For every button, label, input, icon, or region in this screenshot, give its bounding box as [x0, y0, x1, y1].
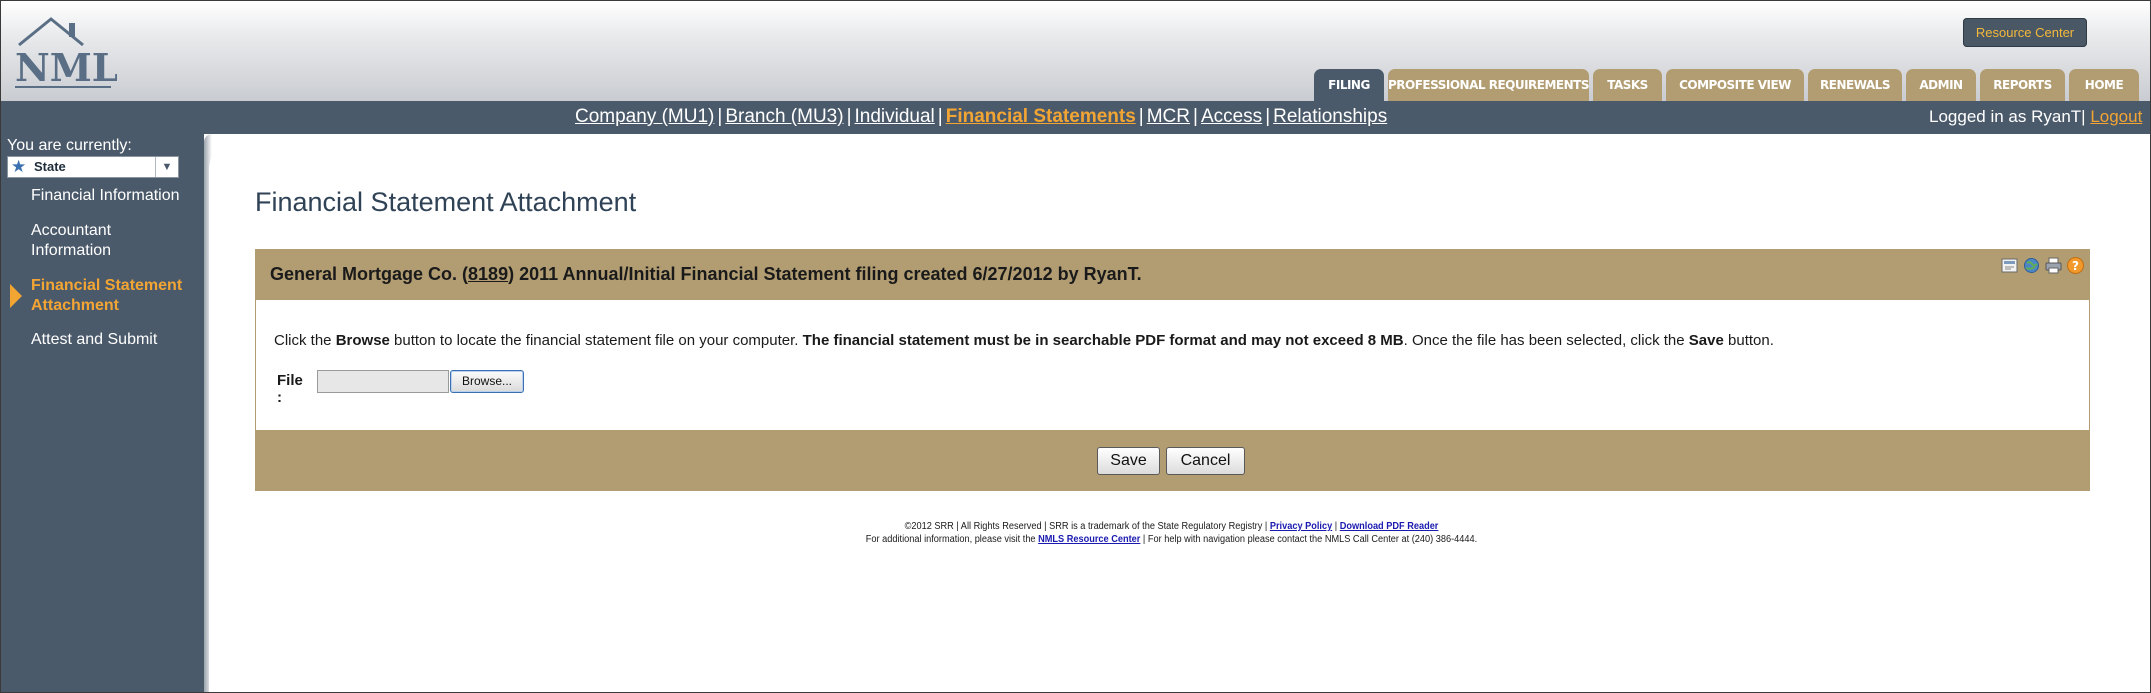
nmls-logo[interactable]: NMLS	[13, 15, 117, 93]
tab-professional-requirements[interactable]: PROFESSIONAL REQUIREMENTS	[1388, 69, 1590, 101]
file-path-input[interactable]	[317, 370, 449, 393]
sidebar-item-accountant-information[interactable]: Accountant Information	[31, 221, 151, 261]
panel-toolbar: ?	[2000, 256, 2085, 275]
page-title: Financial Statement Attachment	[255, 187, 637, 217]
svg-text:?: ?	[2072, 259, 2079, 273]
login-separator: |	[2081, 107, 2086, 126]
logout-link[interactable]: Logout	[2090, 107, 2142, 126]
footer-line-1: ©2012 SRR | All Rights Reserved | SRR is…	[328, 520, 2014, 533]
subnav-mcr[interactable]: MCR	[1147, 106, 1190, 127]
sub-navigation-bar: Company (MU1) | Branch (MU3) | Individual | Fi…	[1, 101, 2150, 134]
panel-footer: Save Cancel	[256, 430, 2089, 490]
page-footer: ©2012 SRR | All Rights Reserved | SRR is…	[328, 520, 2014, 546]
svg-text:NMLS: NMLS	[15, 45, 117, 90]
resource-center-button[interactable]: Resource Center	[1963, 18, 2087, 47]
instr-part: button to locate the financial statement…	[389, 332, 803, 349]
tab-home[interactable]: HOME	[2069, 69, 2139, 101]
instr-part: button.	[1723, 332, 1774, 349]
tab-composite-view[interactable]: COMPOSITE VIEW	[1666, 69, 1804, 101]
sidebar-item-attest-and-submit[interactable]: Attest and Submit	[31, 330, 157, 350]
star-icon: ★	[11, 157, 27, 176]
sidebar-item-financial-information[interactable]: Financial Information	[31, 186, 180, 206]
active-pointer-icon	[10, 284, 22, 308]
tab-reports[interactable]: REPORTS	[1980, 69, 2065, 101]
login-status: Logged in as RyanT| Logout	[1929, 107, 2142, 127]
sidebar: You are currently: ★ State ▼ Financial I…	[1, 134, 204, 692]
footer-info-text: For additional information, please visit…	[865, 534, 1039, 545]
cancel-button[interactable]: Cancel	[1166, 447, 1245, 475]
chevron-down-icon[interactable]: ▼	[155, 157, 178, 177]
app-window: NMLS Resource Center FILING PROFESSIONAL…	[0, 0, 2151, 693]
tab-filing[interactable]: FILING	[1314, 69, 1384, 101]
state-select[interactable]: ★ State ▼	[7, 156, 179, 178]
panel-header: General Mortgage Co. (8189) 2011 Annual/…	[256, 250, 2089, 300]
subnav-separator: |	[1265, 106, 1271, 127]
file-label: File :	[277, 372, 303, 406]
sidebar-item-financial-statement-attachment[interactable]: Financial Statement Attachment	[31, 276, 191, 316]
subnav-relationships[interactable]: Relationships	[1273, 106, 1387, 127]
subnav-individual[interactable]: Individual	[855, 106, 935, 127]
browse-button[interactable]: Browse...	[450, 370, 524, 393]
header: NMLS Resource Center FILING PROFESSIONAL…	[1, 1, 2150, 101]
tab-renewals[interactable]: RENEWALS	[1808, 69, 1902, 101]
subnav-branch-mu3[interactable]: Branch (MU3)	[725, 106, 843, 127]
heading-text: General Mortgage Co. (	[270, 264, 469, 284]
expand-icon[interactable]	[2000, 256, 2019, 275]
logged-in-text: Logged in as RyanT	[1929, 107, 2082, 126]
main-tabs: FILING PROFESSIONAL REQUIREMENTS TASKS C…	[1314, 69, 2139, 101]
filing-id-link[interactable]: 8189	[468, 264, 508, 284]
privacy-policy-link[interactable]: Privacy Policy	[1270, 521, 1332, 532]
subnav-separator: |	[1193, 106, 1198, 127]
subnav-separator: |	[1138, 106, 1144, 127]
subnav-company-mu1[interactable]: Company (MU1)	[575, 106, 714, 127]
globe-icon[interactable]	[2022, 256, 2041, 275]
subnav-separator: |	[717, 106, 723, 127]
subnav-access[interactable]: Access	[1201, 106, 1262, 127]
state-select-value: State	[34, 159, 66, 174]
save-button[interactable]: Save	[1097, 447, 1160, 475]
tab-admin[interactable]: ADMIN	[1906, 69, 1976, 101]
instr-part: Click the	[274, 332, 336, 349]
footer-help-text: | For help with navigation please contac…	[1140, 534, 1478, 545]
instr-save-word: Save	[1688, 332, 1724, 349]
subnav-financial-statements[interactable]: Financial Statements	[946, 106, 1136, 127]
subnav-links: Company (MU1) | Branch (MU3) | Individual | Fi…	[575, 106, 1387, 128]
nmls-resource-center-link[interactable]: NMLS Resource Center	[1038, 534, 1140, 545]
instr-part: . Once the file has been selected, click…	[1403, 332, 1689, 349]
subnav-separator: |	[937, 106, 943, 127]
panel-heading: General Mortgage Co. (8189) 2011 Annual/…	[270, 264, 1142, 285]
help-icon[interactable]: ?	[2066, 256, 2085, 275]
instr-requirement: The financial statement must be in searc…	[802, 332, 1404, 349]
tab-tasks[interactable]: TASKS	[1593, 69, 1662, 101]
attachment-panel: General Mortgage Co. (8189) 2011 Annual/…	[255, 249, 2090, 491]
subnav-separator: |	[846, 106, 852, 127]
instructions-text: Click the Browse button to locate the fi…	[274, 332, 1774, 349]
heading-text-rest: ) 2011 Annual/Initial Financial Statemen…	[508, 264, 1142, 284]
download-pdf-reader-link[interactable]: Download PDF Reader	[1340, 521, 1439, 532]
copyright-text: ©2012 SRR | All Rights Reserved | SRR is…	[904, 521, 1270, 532]
print-icon[interactable]	[2044, 256, 2063, 275]
footer-line-2: For additional information, please visit…	[328, 533, 2014, 546]
you-are-currently-label: You are currently:	[7, 137, 132, 154]
instr-browse-word: Browse	[335, 332, 390, 349]
